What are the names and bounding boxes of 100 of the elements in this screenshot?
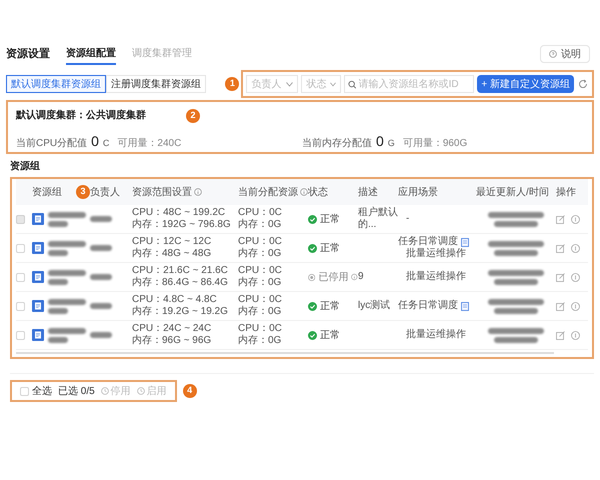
allocated-text: CPU：0C	[238, 265, 283, 276]
row-checkbox[interactable]	[16, 330, 25, 340]
stat-unit: G	[388, 137, 395, 150]
refresh-button[interactable]	[577, 77, 589, 91]
help-button[interactable]: 说明	[540, 45, 590, 63]
sub-tab[interactable]: 注册调度集群资源组	[106, 75, 206, 93]
edit-button[interactable]	[556, 272, 565, 282]
column-header: 负责人	[90, 186, 120, 200]
edit-icon	[556, 214, 565, 224]
redacted-text	[90, 332, 112, 338]
redacted-text	[48, 298, 86, 304]
redacted-text	[488, 328, 544, 334]
power-icon	[571, 272, 580, 282]
description-text: 9	[358, 271, 364, 282]
status-text: 正常	[320, 300, 340, 314]
redacted-text	[494, 336, 538, 342]
allocated-text: 内存：0G	[238, 248, 282, 260]
row-checkbox[interactable]	[16, 272, 25, 282]
redacted-text	[48, 278, 68, 284]
redacted-text	[90, 274, 112, 280]
annotation-marker: 2	[186, 108, 200, 122]
redacted-text	[90, 303, 112, 309]
status-text: 正常	[320, 328, 340, 342]
power-icon	[571, 244, 580, 252]
column-header: 资源范围设置	[132, 186, 192, 200]
stat-unit: C	[102, 137, 110, 150]
disable-button[interactable]	[571, 330, 580, 340]
select-all-checkbox[interactable]: 全选	[20, 384, 52, 398]
row-checkbox[interactable]	[16, 302, 25, 310]
document-link-icon	[461, 238, 469, 246]
disable-button[interactable]	[571, 214, 580, 224]
info-icon	[351, 273, 358, 281]
card-title: 默认调度集群：公共调度集群	[16, 108, 146, 123]
stat-value: 0	[376, 132, 384, 151]
stat-label: 当前内存分配值	[302, 136, 372, 151]
scenario-text: 批量运维操作	[405, 329, 466, 341]
selection-count: 已选 0/5	[58, 384, 95, 398]
status-text: 已停用	[318, 270, 348, 284]
redacted-text	[48, 250, 68, 256]
range-text: CPU：4.8C ~ 4.8C	[132, 294, 218, 306]
power-icon	[571, 302, 580, 310]
column-header: 当前分配资源	[238, 186, 298, 200]
column-header: 资源组	[32, 186, 62, 200]
annotation-marker: 1	[225, 77, 240, 91]
edit-button[interactable]	[556, 302, 565, 310]
redacted-text	[494, 278, 538, 284]
allocated-text: CPU：0C	[238, 294, 283, 306]
document-icon	[32, 271, 44, 283]
search-icon	[348, 80, 357, 88]
disable-button[interactable]	[571, 244, 580, 252]
column-header: 状态	[308, 186, 328, 200]
redacted-text	[48, 328, 86, 334]
document-icon	[32, 329, 44, 341]
caret-icon	[286, 82, 294, 86]
redacted-text	[48, 270, 86, 276]
scenario-text: -	[405, 213, 410, 225]
info-icon	[194, 188, 202, 196]
search-field[interactable]: 请输入资源组名称或ID	[344, 75, 474, 93]
redacted-text	[48, 220, 68, 226]
disable-button[interactable]	[571, 272, 580, 282]
caret-icon	[330, 82, 336, 86]
range-text: CPU：24C ~ 24C	[132, 323, 212, 334]
stat-available: 可用量：240C	[117, 137, 182, 151]
power-icon	[571, 330, 580, 340]
range-text: CPU：12C ~ 12C	[132, 236, 212, 248]
status-text: 正常	[320, 212, 340, 226]
tab[interactable]: 资源组配置	[66, 43, 116, 65]
redacted-text	[488, 212, 544, 218]
range-text: CPU：48C ~ 199.2C	[132, 207, 226, 218]
redacted-text	[48, 308, 68, 314]
allocated-text: 内存：0G	[238, 219, 282, 231]
description-text: lyc测试	[358, 300, 390, 311]
redacted-text	[488, 270, 544, 276]
row-checkbox[interactable]	[16, 244, 25, 252]
help-icon	[549, 50, 557, 58]
column-header: 最近更新人/时间	[476, 186, 549, 200]
edit-button[interactable]	[556, 214, 565, 224]
allocated-text: 内存：0G	[238, 335, 282, 347]
info-icon	[300, 188, 308, 196]
redacted-text	[90, 216, 112, 222]
redacted-text	[488, 240, 544, 246]
stat-label: 当前CPU分配值	[16, 136, 88, 151]
disable-button[interactable]	[571, 302, 580, 310]
edit-button[interactable]	[556, 244, 565, 252]
tab[interactable]: 调度集群管理	[132, 43, 192, 65]
edit-button[interactable]	[556, 330, 565, 340]
allocated-text: CPU：0C	[238, 236, 283, 248]
edit-icon	[556, 272, 565, 282]
document-icon	[32, 300, 44, 312]
stat-available: 可用量：960G	[402, 137, 468, 151]
sub-tab[interactable]: 默认调度集群资源组	[6, 75, 106, 93]
range-text: 内存：192G ~ 796.8G	[132, 219, 232, 231]
document-icon	[32, 242, 44, 254]
create-button[interactable]: + 新建自定义资源组	[477, 75, 574, 93]
redacted-text	[90, 245, 112, 251]
section-title: 资源组	[10, 160, 41, 174]
redacted-text	[488, 298, 544, 304]
clock-icon	[100, 387, 109, 395]
clock-icon	[136, 387, 145, 395]
document-icon	[32, 213, 44, 225]
